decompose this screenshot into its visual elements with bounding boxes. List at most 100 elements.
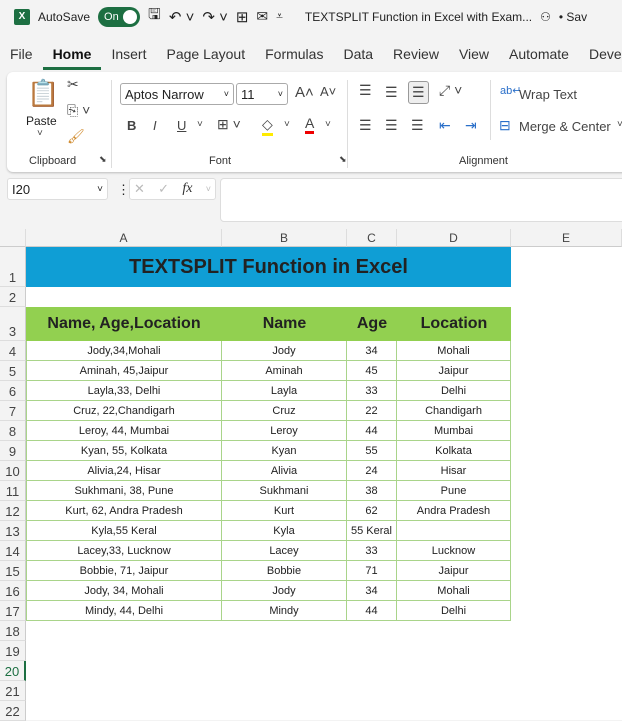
table-cell[interactable]: Kyan, 55, Kolkata [26, 441, 222, 461]
tab-review[interactable]: Review [383, 40, 449, 70]
table-cell[interactable]: Aminah [222, 361, 347, 381]
tab-view[interactable]: View [449, 40, 499, 70]
underline-dropdown-icon[interactable]: ˅ [197, 119, 203, 130]
column-header-B[interactable]: B [222, 229, 347, 247]
table-cell[interactable]: Jody [222, 341, 347, 361]
autosave-toggle[interactable]: On [98, 6, 141, 27]
enter-icon[interactable]: ✓ [158, 181, 169, 197]
row-header-20[interactable]: 20 [0, 661, 26, 681]
table-cell[interactable]: 44 [347, 421, 397, 441]
undo-icon[interactable]: ↶ ˅ [169, 8, 195, 26]
bold-button[interactable]: B [127, 118, 136, 133]
formula-input[interactable] [220, 178, 622, 222]
fx-dropdown-icon[interactable]: ˅ [206, 184, 211, 194]
table-cell[interactable]: Lacey [222, 541, 347, 561]
form-icon[interactable]: ✉ [256, 8, 268, 25]
row-header-8[interactable]: 8 [0, 421, 26, 441]
table-cell[interactable]: 55 Keral [347, 521, 397, 541]
table-cell[interactable]: 34 [347, 581, 397, 601]
row-header-22[interactable]: 22 [0, 701, 26, 721]
dialog-launcher-icon[interactable]: ⬊ [339, 154, 347, 165]
row-header-9[interactable]: 9 [0, 441, 26, 461]
tab-developer[interactable]: Develo [579, 40, 622, 70]
paste-icon[interactable]: 📋 [27, 78, 59, 109]
table-cell[interactable] [397, 521, 511, 541]
table-cell[interactable]: 55 [347, 441, 397, 461]
tab-data[interactable]: Data [333, 40, 383, 70]
tab-home[interactable]: Home [42, 40, 102, 70]
table-cell[interactable]: Hisar [397, 461, 511, 481]
table-cell[interactable]: Jody,34,Mohali [26, 341, 222, 361]
row-header-15[interactable]: 15 [0, 561, 26, 581]
row-header-11[interactable]: 11 [0, 481, 26, 501]
customize-toolbar-icon[interactable]: ⩡ [276, 9, 283, 24]
table-cell[interactable]: Kyla [222, 521, 347, 541]
font-color-icon[interactable]: A [305, 115, 315, 134]
table-cell[interactable]: Alivia,24, Hisar [26, 461, 222, 481]
table-cell[interactable]: 44 [347, 601, 397, 621]
tab-insert[interactable]: Insert [101, 40, 156, 70]
column-header-C[interactable]: C [347, 229, 397, 247]
table-cell[interactable]: Lacey,33, Lucknow [26, 541, 222, 561]
cut-icon[interactable]: ✂ [67, 76, 79, 93]
table-cell[interactable]: Jody [222, 581, 347, 601]
merge-dropdown-icon[interactable]: ˅ [617, 119, 622, 130]
table-cell[interactable]: Jaipur [397, 361, 511, 381]
fill-color-dropdown-icon[interactable]: ˅ [284, 119, 290, 130]
table-cell[interactable]: Layla [222, 381, 347, 401]
row-header-12[interactable]: 12 [0, 501, 26, 521]
font-name-select[interactable]: Aptos Narrow ˅ [120, 83, 234, 105]
table-cell[interactable]: Aminah, 45,Jaipur [26, 361, 222, 381]
font-size-select[interactable]: 11 ˅ [236, 83, 288, 105]
tab-automate[interactable]: Automate [499, 40, 579, 70]
table-cell[interactable]: Mumbai [397, 421, 511, 441]
row-header-6[interactable]: 6 [0, 381, 26, 401]
table-cell[interactable]: Mindy [222, 601, 347, 621]
column-header-A[interactable]: A [26, 229, 222, 247]
paste-button[interactable]: Paste [26, 114, 57, 128]
table-cell[interactable]: Jody, 34, Mohali [26, 581, 222, 601]
italic-button[interactable]: I [153, 118, 157, 133]
table-cell[interactable]: Pune [397, 481, 511, 501]
table-cell[interactable]: Kurt [222, 501, 347, 521]
cancel-icon[interactable]: ✕ [134, 181, 145, 197]
table-cell[interactable]: Leroy, 44, Mumbai [26, 421, 222, 441]
orientation-icon[interactable]: ⤢ ˅ [439, 82, 462, 99]
borders-icon[interactable]: ⊞ ˅ [217, 116, 241, 133]
save-icon[interactable]: 🖫 [148, 4, 161, 29]
table-cell[interactable]: 24 [347, 461, 397, 481]
table-cell[interactable]: Kolkata [397, 441, 511, 461]
table-cell[interactable]: Jaipur [397, 561, 511, 581]
table-cell[interactable]: 71 [347, 561, 397, 581]
column-header-E[interactable]: E [511, 229, 622, 247]
table-cell[interactable]: 33 [347, 381, 397, 401]
table-cell[interactable]: 33 [347, 541, 397, 561]
fill-color-icon[interactable]: ◇ [262, 116, 273, 136]
top-align-icon[interactable]: ☰ [359, 82, 372, 99]
table-cell[interactable]: 38 [347, 481, 397, 501]
select-all-corner[interactable] [0, 229, 26, 247]
middle-align-icon[interactable]: ☰ [385, 84, 398, 101]
paste-dropdown-icon[interactable]: ˅ [37, 128, 43, 139]
row-header-17[interactable]: 17 [0, 601, 26, 621]
align-left-icon[interactable]: ☰ [359, 117, 372, 134]
spreadsheet-grid[interactable]: A B C D E 1 2 3 4 5 6 7 8 9 10 11 12 13 14 15 16 17 18 19 20 21 22… [0, 229, 622, 721]
row-header-1[interactable]: 1 [0, 247, 26, 287]
share-icon[interactable]: ⚇ [540, 10, 551, 24]
table-cell[interactable]: Bobbie [222, 561, 347, 581]
table-cell[interactable]: Kurt, 62, Andra Pradesh [26, 501, 222, 521]
column-header-D[interactable]: D [397, 229, 511, 247]
borders-icon[interactable]: ⊞ [236, 8, 249, 26]
table-cell[interactable]: Mohali [397, 581, 511, 601]
row-header-10[interactable]: 10 [0, 461, 26, 481]
tab-formulas[interactable]: Formulas [255, 40, 333, 70]
table-cell[interactable]: Leroy [222, 421, 347, 441]
redo-icon[interactable]: ↷ ˅ [202, 8, 228, 26]
table-cell[interactable]: Bobbie, 71, Jaipur [26, 561, 222, 581]
decrease-indent-icon[interactable]: ⇤ [439, 117, 451, 134]
bottom-align-icon[interactable]: ☰ [408, 81, 429, 104]
underline-button[interactable]: U [177, 118, 186, 133]
align-right-icon[interactable]: ☰ [411, 117, 424, 134]
table-cell[interactable]: 34 [347, 341, 397, 361]
increase-font-size-icon[interactable]: A˄ [295, 84, 314, 101]
